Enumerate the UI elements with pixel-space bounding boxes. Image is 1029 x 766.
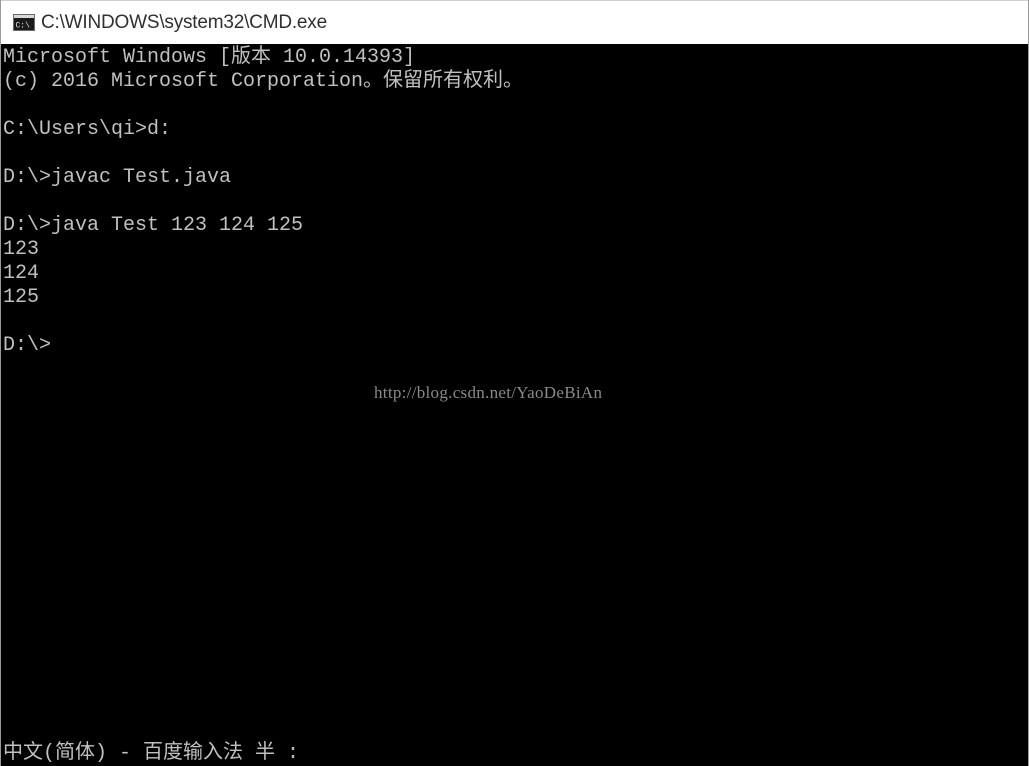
console-line: Microsoft Windows [版本 10.0.14393] [3,46,416,69]
title-bar[interactable]: C:\ C:\WINDOWS\system32\CMD.exe [1,0,1028,44]
watermark-text: http://blog.csdn.net/YaoDeBiAn [374,383,603,402]
console-area[interactable]: Microsoft Windows [版本 10.0.14393] (c) 20… [1,44,1028,766]
svg-text:C:\: C:\ [16,22,31,31]
cmd-window: C:\ C:\WINDOWS\system32\CMD.exe Microsof… [0,0,1029,766]
console-line: D:\>javac Test.java [3,166,232,189]
console-prompt[interactable]: D:\> [3,334,523,358]
console-line: 123 [3,238,40,261]
cmd-icon: C:\ [13,14,35,31]
ime-status-bar: 中文(简体) - 百度输入法 半 : [3,742,300,765]
console-output: Microsoft Windows [版本 10.0.14393] (c) 20… [3,46,523,358]
console-line: D:\>java Test 123 124 125 [3,214,304,237]
console-line: 125 [3,286,40,309]
window-title: C:\WINDOWS\system32\CMD.exe [41,11,327,33]
console-line: C:\Users\qi>d: [3,118,172,141]
console-line: (c) 2016 Microsoft Corporation。保留所有权利。 [3,70,524,93]
console-line: 124 [3,262,40,285]
